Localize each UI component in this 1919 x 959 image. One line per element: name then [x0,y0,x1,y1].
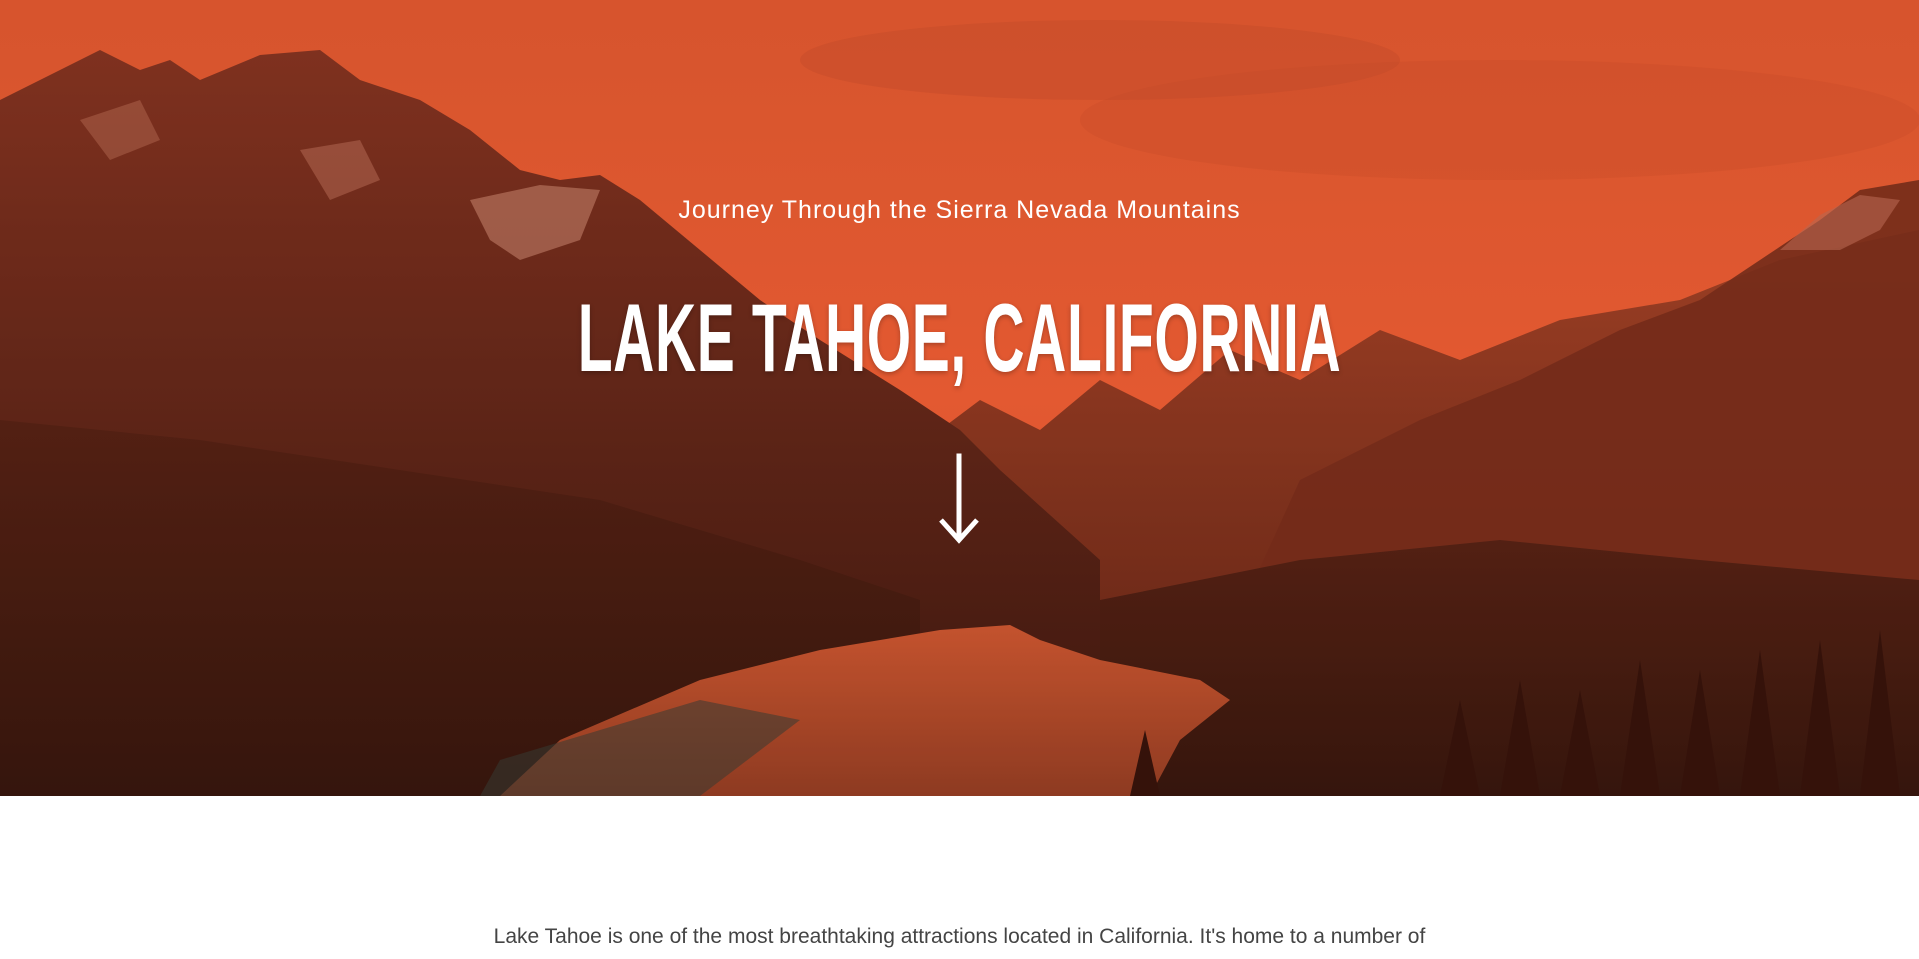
arrow-down-icon[interactable] [937,452,981,544]
hero-color-overlay [0,0,1919,796]
hero-section: Journey Through the Sierra Nevada Mounta… [0,0,1919,796]
hero-subtitle: Journey Through the Sierra Nevada Mounta… [678,196,1241,224]
intro-paragraph: Lake Tahoe is one of the most breathtaki… [493,925,1426,948]
intro-section: Lake Tahoe is one of the most breathtaki… [0,920,1919,954]
hero-title: LAKE TAHOE, CALIFORNIA [577,284,1342,392]
